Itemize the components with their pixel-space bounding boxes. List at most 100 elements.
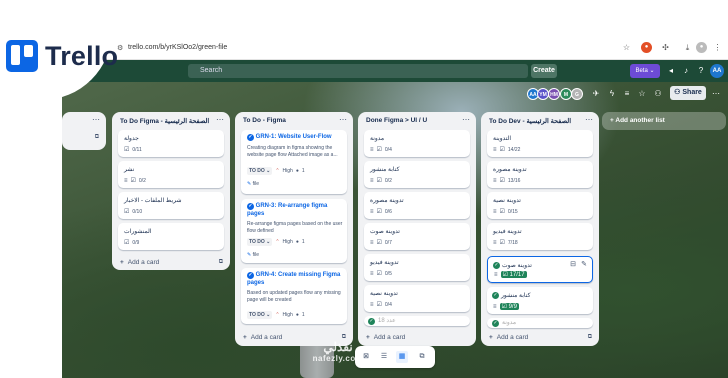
- list-menu-icon[interactable]: ⋯: [92, 115, 100, 124]
- extension-icon[interactable]: ●: [641, 42, 652, 53]
- add-card-button[interactable]: + Add a card: [366, 334, 405, 341]
- description-icon: ≡: [370, 239, 374, 246]
- checklist-count: 0/10: [132, 208, 143, 215]
- card[interactable]: تدوينة فيديو ≡ ☑ 0/5: [364, 254, 470, 281]
- card[interactable]: تدوينة فيديو ≡ ☑ 7/18: [487, 223, 593, 250]
- list-title[interactable]: To Do Dev - الصفحة الرئيسية: [489, 117, 571, 125]
- list-title[interactable]: To Do Figma - الصفحة الرئيسية: [120, 117, 209, 125]
- automation-icon[interactable]: ϟ: [606, 88, 618, 100]
- card[interactable]: تدوينة صوت ≡ ☑ 0/7: [364, 223, 470, 250]
- download-icon[interactable]: ⤓: [682, 42, 693, 53]
- card[interactable]: تدوينة نصية ≡ ☑ 0/15: [487, 192, 593, 219]
- list-collapsed: ⋯ ⧉: [62, 112, 106, 150]
- create-button[interactable]: Create: [531, 64, 557, 78]
- checklist-icon: ☑: [124, 147, 130, 153]
- card[interactable]: التدوينة ≡ ☑ 14/22: [487, 130, 593, 157]
- member-avatar[interactable]: HM: [548, 88, 560, 100]
- card[interactable]: ✓ GRN-3: Re-arrange figma pages Re-arran…: [241, 199, 347, 263]
- megaphone-icon[interactable]: ◂: [665, 64, 677, 78]
- list-menu-icon[interactable]: ⋯: [462, 115, 470, 124]
- card-template-icon[interactable]: ⧉: [95, 134, 99, 141]
- card-title: المنشورات: [124, 229, 152, 235]
- inbox-view-icon[interactable]: ⊠: [360, 351, 372, 363]
- notifications-bell-icon[interactable]: ♪: [680, 64, 692, 78]
- description-icon: ≡: [493, 146, 497, 153]
- board-menu-icon[interactable]: ⋯: [710, 88, 722, 100]
- list-menu-icon[interactable]: ⋯: [339, 115, 347, 124]
- list-title[interactable]: Done Figma > UI / U: [366, 117, 427, 124]
- card[interactable]: ✓ كتابة منشور ≡ ☑ 9/9: [487, 287, 593, 314]
- help-icon[interactable]: ?: [695, 64, 707, 78]
- priority-icon: ⌃: [275, 312, 280, 318]
- card[interactable]: ✓ GRN-1: Website User-Flow Creating diag…: [241, 130, 347, 194]
- card-title: تدوينة مصورة: [370, 198, 404, 204]
- card[interactable]: جدولة ☑ 0/11: [118, 130, 224, 157]
- search-input[interactable]: Search: [188, 64, 528, 78]
- description-icon: ≡: [370, 301, 374, 308]
- account-avatar[interactable]: AA: [710, 64, 724, 78]
- url-text[interactable]: trello.com/b/yrKSlOo2/green-file: [128, 44, 227, 51]
- checklist-icon: ☑: [376, 147, 382, 153]
- list-menu-icon[interactable]: ⋯: [585, 115, 593, 124]
- checklist-count: 0/15: [507, 208, 518, 215]
- trello-logo-icon: [6, 40, 38, 72]
- extensions-puzzle-icon[interactable]: ✣: [660, 42, 671, 53]
- checklist-icon: ☑: [124, 209, 130, 215]
- card-title: تدوينة نصية: [370, 291, 398, 297]
- beta-button[interactable]: Beta ⌄: [630, 64, 660, 78]
- card-title: كتابة منشور: [501, 293, 531, 299]
- card-selected[interactable]: ✓ تدوينة صوت ⊟ ✎ ≡ ☑ 17/17: [487, 256, 593, 283]
- star-board-icon[interactable]: ☆: [636, 88, 648, 100]
- priority-label: High: [282, 312, 293, 318]
- card[interactable]: كتابة منشور ≡ ☑ 0/2: [364, 161, 470, 188]
- board-view-icon[interactable]: ▦: [396, 351, 408, 363]
- planner-view-icon[interactable]: ☰: [378, 351, 390, 363]
- switch-boards-icon[interactable]: ⧉: [416, 351, 428, 363]
- profile-icon[interactable]: ●: [696, 42, 707, 53]
- card[interactable]: تدوينة مصورة ≡ ☑ 13/16: [487, 161, 593, 188]
- card[interactable]: نشر ≡ ☑ 0/2: [118, 161, 224, 188]
- card[interactable]: شريط الملفات - الاخبار ☑ 0/10: [118, 192, 224, 219]
- add-card-button[interactable]: + Add a card: [489, 334, 528, 341]
- card-title: ✓ GRN-1: Website User-Flow: [247, 134, 332, 141]
- card[interactable]: المنشورات ☑ 0/9: [118, 223, 224, 250]
- archive-icon[interactable]: ⊟: [570, 260, 576, 268]
- card[interactable]: عدد 18 ✓: [364, 316, 470, 326]
- share-button[interactable]: ⚇ Share: [670, 86, 706, 100]
- list-menu-icon[interactable]: ⋯: [216, 115, 224, 124]
- browser-menu-icon[interactable]: ⋮: [712, 42, 723, 53]
- card[interactable]: تدوينة مصورة ≡ ☑ 0/6: [364, 192, 470, 219]
- card[interactable]: تدوينة نصية ≡ ☑ 0/4: [364, 285, 470, 312]
- checklist-count: 13/16: [507, 177, 521, 184]
- assignee-icon: ●: [295, 312, 299, 318]
- checklist-count: 14/22: [507, 146, 521, 153]
- description-icon: ≡: [493, 303, 497, 310]
- add-card-button[interactable]: + Add a card: [120, 259, 159, 266]
- list-title[interactable]: To Do - Figma: [243, 117, 286, 124]
- description-icon: ≡: [370, 208, 374, 215]
- edit-icon[interactable]: ✎: [581, 260, 587, 268]
- bookmark-star-icon[interactable]: ☆: [621, 42, 632, 53]
- card-title: نشر: [124, 167, 135, 173]
- checklist-count: 0/11: [132, 146, 142, 153]
- task-icon: ✓: [247, 134, 254, 141]
- card-template-icon[interactable]: ⧉: [219, 259, 223, 266]
- add-card-button[interactable]: + Add a card: [243, 334, 282, 341]
- member-avatar[interactable]: G: [571, 88, 583, 100]
- description-icon: ≡: [370, 146, 374, 153]
- task-icon: ✓: [247, 203, 254, 210]
- card[interactable]: ✓ GRN-4: Create missing Figma pages Base…: [241, 268, 347, 324]
- status-dropdown[interactable]: TO DO ⌄: [247, 311, 273, 319]
- checklist-count: 0/7: [384, 239, 392, 246]
- status-dropdown[interactable]: TO DO ⌄: [247, 238, 273, 246]
- status-dropdown[interactable]: TO DO ⌄: [247, 167, 273, 175]
- card-title: تدوينة نصية: [493, 198, 521, 204]
- card-title: كتابة منشور: [370, 167, 400, 173]
- card-template-icon[interactable]: ⧉: [588, 334, 592, 341]
- card[interactable]: ✓ مدونة: [487, 318, 593, 328]
- add-list-button[interactable]: + Add another list: [602, 112, 726, 130]
- power-ups-icon[interactable]: ✈: [590, 88, 602, 100]
- card[interactable]: مدونة ≡ ☑ 0/4: [364, 130, 470, 157]
- visibility-icon[interactable]: ⚇: [652, 88, 664, 100]
- filter-icon[interactable]: ≡: [621, 88, 633, 100]
